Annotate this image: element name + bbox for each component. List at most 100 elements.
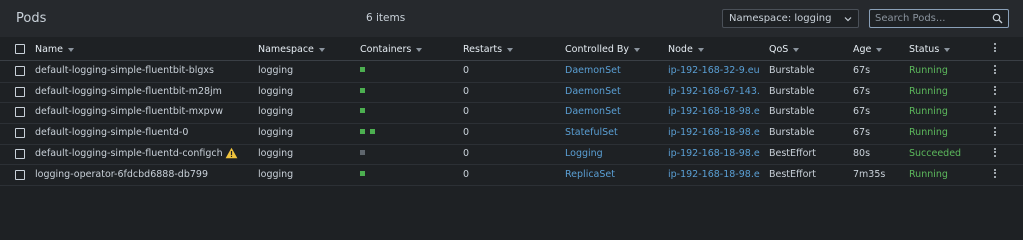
pod-status: Running: [909, 106, 948, 118]
pod-node-link[interactable]: ip-192-168-32-9.eu-west-1.compute.intern…: [668, 65, 760, 76]
column-header-qos[interactable]: QoS: [769, 44, 800, 55]
column-header-name[interactable]: Name: [35, 44, 255, 55]
container-status-indicator[interactable]: [360, 149, 365, 155]
pod-containers: [360, 148, 370, 159]
row-menu-icon[interactable]: [993, 106, 997, 118]
pod-age: 67s: [853, 85, 871, 97]
warning-icon[interactable]: [225, 147, 238, 159]
pod-node-link[interactable]: ip-192-168-18-98.eu-west-1.compute.inter…: [668, 127, 760, 138]
row-checkbox[interactable]: [15, 66, 25, 76]
container-status-indicator[interactable]: [360, 170, 365, 176]
pod-node-link[interactable]: ip-192-168-18-98.eu-west-1.compute.inter…: [668, 106, 760, 117]
pod-status: Running: [909, 85, 948, 97]
search-input[interactable]: [875, 11, 985, 26]
chevron-down-icon: [844, 17, 852, 22]
sort-caret-icon: [876, 47, 883, 52]
container-status-indicator[interactable]: [360, 108, 365, 114]
table-row[interactable]: default-logging-simple-fluentd-0 logging 0…: [0, 123, 1023, 145]
row-menu-icon[interactable]: [993, 127, 997, 139]
column-label: Containers: [360, 44, 412, 55]
pod-controller-link[interactable]: ReplicaSet: [565, 169, 615, 180]
pod-namespace: logging: [258, 85, 294, 97]
pod-qos: BestEffort: [769, 147, 817, 159]
row-checkbox[interactable]: [15, 128, 25, 139]
pod-containers: [360, 127, 380, 138]
column-label: Controlled By: [565, 44, 630, 55]
pod-qos: BestEffort: [769, 168, 817, 180]
table-row[interactable]: logging-operator-6fdcbd6888-db799 logging…: [0, 165, 1023, 186]
column-label: Name: [35, 44, 64, 55]
pod-containers: [360, 65, 370, 76]
pod-status: Running: [909, 168, 948, 180]
sort-caret-icon: [697, 47, 704, 52]
pod-node-link[interactable]: ip-192-168-18-98.eu-west-1.compute.inter…: [668, 148, 760, 159]
column-menu-icon[interactable]: [993, 43, 997, 55]
column-header-namespace[interactable]: Namespace: [258, 44, 325, 55]
pod-restarts: 0: [463, 65, 470, 76]
select-all-checkbox[interactable]: [15, 44, 25, 54]
pod-restarts: 0: [463, 127, 470, 139]
row-menu-icon[interactable]: [993, 65, 997, 77]
pod-name[interactable]: default-logging-simple-fluentbit-mxpvw: [35, 106, 255, 117]
pod-restarts: 0: [463, 106, 470, 118]
pod-namespace: logging: [258, 147, 294, 159]
pod-qos: Burstable: [769, 65, 815, 76]
sort-caret-icon: [416, 47, 423, 52]
row-checkbox[interactable]: [15, 169, 25, 180]
pod-controller-link[interactable]: DaemonSet: [565, 106, 621, 117]
column-header-controlled-by[interactable]: Controlled By: [565, 44, 641, 55]
sort-caret-icon: [793, 47, 800, 52]
sort-caret-icon: [318, 47, 325, 52]
table-row[interactable]: default-logging-simple-fluentbit-m28jm lo…: [0, 82, 1023, 104]
item-count: 6 items: [366, 12, 406, 24]
row-checkbox[interactable]: [15, 86, 25, 97]
pod-restarts: 0: [463, 85, 470, 97]
pod-controller-link[interactable]: DaemonSet: [565, 86, 621, 97]
pod-qos: Burstable: [769, 85, 815, 97]
pod-namespace: logging: [258, 168, 294, 180]
pod-name[interactable]: default-logging-simple-fluentbit-m28jm: [35, 86, 255, 97]
pod-controller-link[interactable]: StatefulSet: [565, 127, 618, 138]
search-box[interactable]: [869, 9, 1009, 28]
container-status-indicator[interactable]: [370, 129, 375, 135]
pod-status: Succeeded: [909, 147, 962, 159]
pod-name[interactable]: default-logging-simple-fluentd-configche…: [35, 148, 223, 159]
column-header-status[interactable]: Status: [909, 44, 951, 55]
row-checkbox[interactable]: [15, 148, 25, 159]
row-checkbox[interactable]: [15, 107, 25, 118]
pod-containers: [360, 106, 370, 117]
pod-node-link[interactable]: ip-192-168-67-143.eu-west-1.compute.inte…: [668, 86, 760, 97]
search-icon[interactable]: [992, 13, 1003, 24]
row-menu-icon[interactable]: [993, 168, 997, 181]
row-menu-icon[interactable]: [993, 147, 997, 160]
table-row[interactable]: default-logging-simple-fluentd-configche…: [0, 144, 1023, 166]
namespace-select[interactable]: Namespace: logging: [722, 9, 859, 28]
pod-name[interactable]: logging-operator-6fdcbd6888-db799: [35, 169, 255, 180]
pod-controller-link[interactable]: Logging: [565, 148, 603, 159]
column-header-node[interactable]: Node: [668, 44, 760, 55]
pod-name[interactable]: default-logging-simple-fluentd-0: [35, 127, 255, 138]
sort-caret-icon: [68, 47, 75, 52]
table-row[interactable]: default-logging-simple-fluentbit-blgxs lo…: [0, 61, 1023, 83]
column-label: QoS: [769, 44, 789, 55]
toolbar: Pods 6 items Namespace: logging: [0, 0, 1023, 37]
container-status-indicator[interactable]: [360, 87, 365, 93]
pod-node-link[interactable]: ip-192-168-18-98.eu-west-1.compute.inter…: [668, 169, 760, 180]
container-status-indicator[interactable]: [360, 129, 365, 135]
column-label: Restarts: [463, 44, 503, 55]
pod-age: 80s: [853, 147, 871, 159]
column-label: Age: [853, 44, 872, 55]
column-header-restarts[interactable]: Restarts: [463, 44, 514, 55]
column-header-age[interactable]: Age: [853, 44, 883, 55]
sort-caret-icon: [944, 47, 951, 52]
row-menu-icon[interactable]: [993, 85, 997, 98]
pod-controller-link[interactable]: DaemonSet: [565, 65, 621, 76]
column-header-containers[interactable]: Containers: [360, 44, 423, 55]
container-status-indicator[interactable]: [360, 67, 365, 72]
table-row[interactable]: default-logging-simple-fluentbit-mxpvw lo…: [0, 102, 1023, 124]
pod-age: 67s: [853, 106, 871, 118]
pod-name[interactable]: default-logging-simple-fluentbit-blgxs: [35, 65, 255, 76]
pod-namespace: logging: [258, 65, 294, 76]
pod-containers: [360, 86, 370, 97]
pod-containers: [360, 169, 370, 180]
